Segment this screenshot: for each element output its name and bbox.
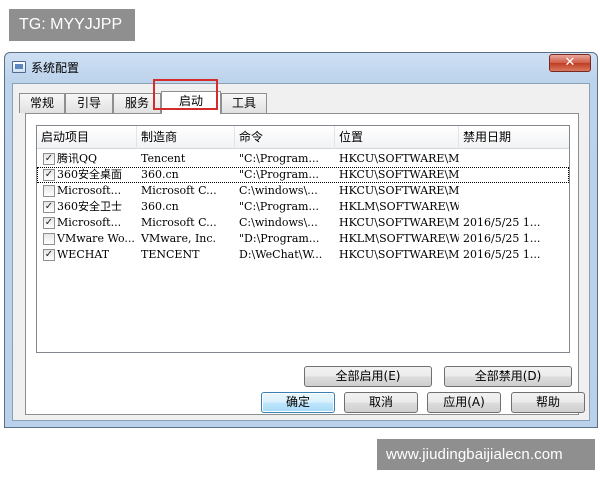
startup-item-name: 360安全卫士	[57, 200, 122, 213]
startup-item-date	[463, 199, 567, 215]
column-header-item[interactable]: 启动项目	[37, 126, 137, 149]
startup-item-location: HKCU\SOFTWARE\M...	[339, 184, 459, 197]
startup-item-date: 2016/5/25 1...	[463, 216, 541, 229]
startup-item-location: HKCU\SOFTWARE\M...	[339, 168, 459, 181]
column-header-location[interactable]: 位置	[335, 126, 459, 149]
table-row[interactable]: Microsoft... Microsoft C... C:\windows\.…	[37, 183, 569, 199]
startup-item-vendor: 360.cn	[141, 168, 179, 181]
startup-item-command: "C:\Program...	[239, 168, 319, 181]
row-checkbox[interactable]	[43, 185, 55, 197]
startup-item-vendor: Microsoft C...	[141, 184, 217, 197]
startup-item-date	[463, 151, 567, 167]
row-checkbox[interactable]: ✓	[43, 201, 55, 213]
startup-item-command: C:\windows\...	[239, 216, 318, 229]
startup-item-name: 360安全桌面	[57, 168, 122, 181]
settings-window-icon	[12, 61, 26, 73]
cancel-button[interactable]: 取消	[344, 392, 418, 413]
tab-general[interactable]: 常规	[19, 93, 65, 113]
tab-boot[interactable]: 引导	[65, 93, 113, 113]
startup-item-vendor: Tencent	[141, 152, 186, 165]
row-checkbox[interactable]: ✓	[43, 217, 55, 229]
disable-all-button[interactable]: 全部禁用(D)	[444, 366, 572, 387]
startup-item-location: HKCU\SOFTWARE\M...	[339, 152, 459, 165]
startup-item-command: "C:\Program...	[239, 200, 319, 213]
column-header-vendor[interactable]: 制造商	[137, 126, 235, 149]
startup-list[interactable]: 启动项目 制造商 命令 位置 禁用日期 ✓ 腾讯QQ Tencent "C:\P…	[36, 125, 570, 353]
startup-item-vendor: 360.cn	[141, 200, 179, 213]
table-row[interactable]: ✓ 360安全桌面 360.cn "C:\Program... HKCU\SOF…	[37, 167, 569, 183]
column-header-disabled-date[interactable]: 禁用日期	[459, 126, 569, 149]
system-config-window: 系统配置 ✕ 常规 引导 服务 启动 工具 启动项目 制造商 命令 位置 禁用日…	[4, 52, 598, 428]
startup-item-name: Microsoft...	[57, 184, 122, 197]
startup-item-name: 腾讯QQ	[57, 152, 98, 165]
watermark-top: TG: MYYJJPP	[9, 9, 135, 41]
close-button[interactable]: ✕	[549, 54, 591, 72]
startup-item-command: D:\WeChat\W...	[239, 248, 323, 261]
startup-item-vendor: VMware, Inc.	[141, 232, 217, 245]
title-bar[interactable]: 系统配置 ✕	[5, 53, 597, 83]
startup-item-location: HKCU\SOFTWARE\M...	[339, 216, 459, 229]
watermark-bottom: www.jiudingbaijialecn.com	[377, 439, 595, 470]
row-checkbox[interactable]	[43, 233, 55, 245]
startup-item-location: HKCU\SOFTWARE\M...	[339, 248, 459, 261]
startup-item-date: 2016/5/25 1...	[463, 232, 541, 245]
window-title: 系统配置	[31, 61, 80, 75]
startup-panel: 启动项目 制造商 命令 位置 禁用日期 ✓ 腾讯QQ Tencent "C:\P…	[25, 113, 579, 415]
ok-button[interactable]: 确定	[261, 392, 335, 413]
startup-tab-highlight-box	[153, 79, 218, 110]
help-button[interactable]: 帮助	[511, 392, 585, 413]
startup-item-command: "C:\Program...	[239, 152, 319, 165]
table-row[interactable]: ✓ WECHAT TENCENT D:\WeChat\W... HKCU\SOF…	[37, 247, 569, 263]
startup-item-name: Microsoft...	[57, 216, 122, 229]
row-checkbox[interactable]: ✓	[43, 169, 55, 181]
list-header: 启动项目 制造商 命令 位置 禁用日期	[37, 126, 569, 149]
dialog-body: 常规 引导 服务 启动 工具 启动项目 制造商 命令 位置 禁用日期 ✓ 腾讯Q…	[12, 83, 590, 421]
startup-item-location: HKLM\SOFTWARE\W...	[339, 200, 459, 213]
startup-item-name: WECHAT	[57, 248, 110, 261]
row-checkbox[interactable]: ✓	[43, 153, 55, 165]
close-icon: ✕	[564, 55, 576, 70]
table-row[interactable]: ✓ Microsoft... Microsoft C... C:\windows…	[37, 215, 569, 231]
startup-item-date: 2016/5/25 1...	[463, 248, 541, 261]
table-row[interactable]: ✓ 360安全卫士 360.cn "C:\Program... HKLM\SOF…	[37, 199, 569, 215]
startup-item-date	[463, 167, 567, 183]
apply-button[interactable]: 应用(A)	[427, 392, 501, 413]
startup-item-date	[463, 183, 567, 199]
tab-tools[interactable]: 工具	[221, 93, 267, 113]
table-row[interactable]: VMware Wo... VMware, Inc. "D:\Program...…	[37, 231, 569, 247]
startup-item-vendor: Microsoft C...	[141, 216, 217, 229]
screenshot: TG: MYYJJPP 系统配置 ✕ 常规 引导 服务 启动 工具 启动项目 制…	[0, 0, 600, 480]
startup-item-vendor: TENCENT	[141, 248, 200, 261]
startup-item-name: VMware Wo...	[57, 232, 135, 245]
startup-item-command: C:\windows\...	[239, 184, 318, 197]
startup-item-command: "D:\Program...	[239, 232, 320, 245]
column-header-command[interactable]: 命令	[235, 126, 335, 149]
table-row[interactable]: ✓ 腾讯QQ Tencent "C:\Program... HKCU\SOFTW…	[37, 151, 569, 167]
row-checkbox[interactable]: ✓	[43, 249, 55, 261]
startup-item-location: HKLM\SOFTWARE\W...	[339, 232, 459, 245]
enable-all-button[interactable]: 全部启用(E)	[304, 366, 432, 387]
